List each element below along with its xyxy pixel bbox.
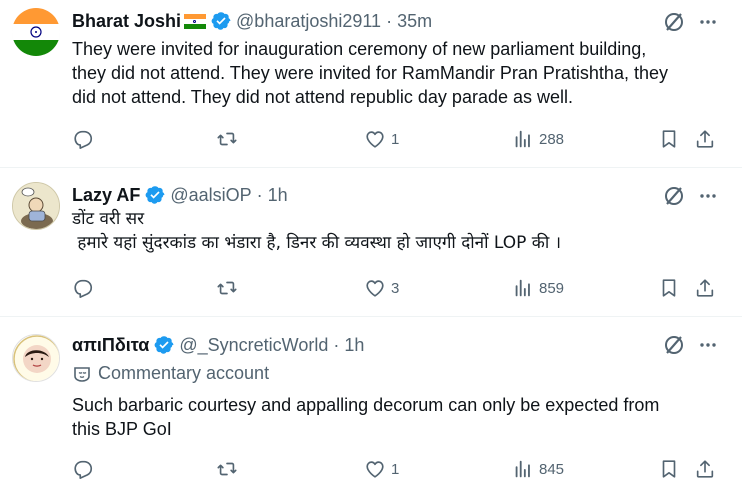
views-icon (515, 130, 530, 148)
tweet-header: απιΠδιτα @_SyncreticWorld · 1h (72, 333, 364, 357)
like-icon (366, 131, 384, 148)
timestamp[interactable]: 1h (268, 183, 288, 207)
tweet-text-line: They were invited for inauguration cerem… (72, 39, 647, 59)
grok-icon[interactable] (662, 184, 686, 208)
tweet-actions: 3 859 (72, 277, 732, 301)
like-count: 3 (391, 279, 400, 297)
views-count: 859 (539, 279, 565, 297)
tweet-text-line: they did not attend. They were invited f… (72, 63, 668, 83)
share-icon (696, 130, 714, 148)
tweet-text: They were invited for inauguration cerem… (72, 37, 722, 109)
like-icon (366, 280, 384, 297)
share-button[interactable] (694, 277, 716, 299)
bookmark-button[interactable] (658, 458, 680, 480)
timestamp[interactable]: 1h (344, 333, 364, 357)
views-button[interactable]: 859 (512, 277, 564, 299)
reply-button[interactable] (72, 458, 94, 480)
india-flag-icon (184, 13, 207, 29)
reply-button[interactable] (72, 128, 94, 150)
timestamp[interactable]: 35m (397, 9, 432, 33)
user-handle[interactable]: @_SyncreticWorld (179, 333, 328, 357)
bookmark-button[interactable] (658, 277, 680, 299)
community-label-text: Commentary account (98, 363, 270, 383)
tweet-text: डोंट वरी सर हमारे यहां सुंदरकांड का भंडा… (72, 207, 722, 255)
user-handle[interactable]: @bharatjoshi2911 (236, 9, 381, 33)
user-handle[interactable]: @aalsiOP (170, 183, 251, 207)
avatar[interactable] (12, 182, 60, 230)
tweet-text: Such barbaric courtesy and appalling dec… (72, 393, 722, 441)
like-button[interactable]: 3 (364, 277, 399, 299)
tweet-text-line: डोंट वरी सर (72, 209, 145, 229)
separator-dot: · (256, 185, 263, 205)
tweet-text-line: did not attend. They did not attend repu… (72, 87, 574, 107)
views-icon (515, 460, 530, 478)
display-name[interactable]: Lazy AF (72, 183, 140, 207)
reply-icon (74, 460, 93, 479)
reply-icon (74, 279, 93, 298)
tweet-text-line: this BJP GoI (72, 419, 172, 439)
like-count: 1 (391, 130, 400, 148)
bookmark-button[interactable] (658, 128, 680, 150)
like-icon (366, 461, 384, 478)
retweet-button[interactable] (216, 277, 238, 299)
more-icon[interactable] (696, 10, 720, 34)
tweet-actions: 1 845 (72, 458, 732, 482)
avatar[interactable] (12, 8, 60, 56)
grok-icon[interactable] (662, 333, 686, 357)
views-button[interactable]: 845 (512, 458, 564, 480)
bookmark-icon (662, 279, 676, 297)
avatar[interactable] (12, 334, 60, 382)
reply-button[interactable] (72, 277, 94, 299)
display-name[interactable]: Bharat Joshi (72, 9, 181, 33)
share-icon (696, 460, 714, 478)
grok-icon[interactable] (662, 10, 686, 34)
tweet-text-line: हमारे यहां सुंदरकांड का भंडारा है, डिनर … (72, 233, 562, 253)
retweet-icon (217, 132, 237, 146)
retweet-icon (217, 281, 237, 295)
like-count: 1 (391, 460, 400, 478)
views-count: 288 (539, 130, 565, 148)
tweet-header: Bharat Joshi @bharatjoshi2911 · 35m (72, 9, 432, 33)
like-button[interactable]: 1 (364, 458, 399, 480)
bookmark-icon (662, 460, 676, 478)
display-name[interactable]: απιΠδιτα (72, 333, 149, 357)
community-label[interactable]: Commentary account (72, 363, 269, 384)
retweet-button[interactable] (216, 128, 238, 150)
tweet[interactable]: απιΠδιτα @_SyncreticWorld · 1h Commentar… (0, 317, 742, 488)
bookmark-icon (662, 130, 676, 148)
views-count: 845 (539, 460, 565, 478)
share-button[interactable] (694, 128, 716, 150)
tweet-actions: 1 288 (72, 128, 732, 152)
reply-feed: Bharat Joshi @bharatjoshi2911 · 35m They… (0, 0, 742, 488)
separator-dot: · (333, 335, 340, 355)
verified-badge-icon (211, 12, 231, 30)
more-icon[interactable] (696, 333, 720, 357)
views-icon (515, 279, 530, 297)
retweet-icon (217, 462, 237, 476)
retweet-button[interactable] (216, 458, 238, 480)
verified-badge-icon (154, 336, 174, 354)
share-icon (696, 279, 714, 297)
more-icon[interactable] (696, 184, 720, 208)
tweet-header: Lazy AF @aalsiOP · 1h (72, 183, 288, 207)
tweet[interactable]: Bharat Joshi @bharatjoshi2911 · 35m They… (0, 0, 742, 168)
tweet[interactable]: Lazy AF @aalsiOP · 1h डोंट वरी सर हमारे … (0, 168, 742, 317)
tweet-text-line: Such barbaric courtesy and appalling dec… (72, 395, 660, 415)
community-notes-icon (74, 366, 90, 382)
verified-badge-icon (145, 186, 165, 204)
separator-dot: · (386, 11, 393, 31)
share-button[interactable] (694, 458, 716, 480)
like-button[interactable]: 1 (364, 128, 399, 150)
views-button[interactable]: 288 (512, 128, 564, 150)
reply-icon (74, 130, 93, 149)
